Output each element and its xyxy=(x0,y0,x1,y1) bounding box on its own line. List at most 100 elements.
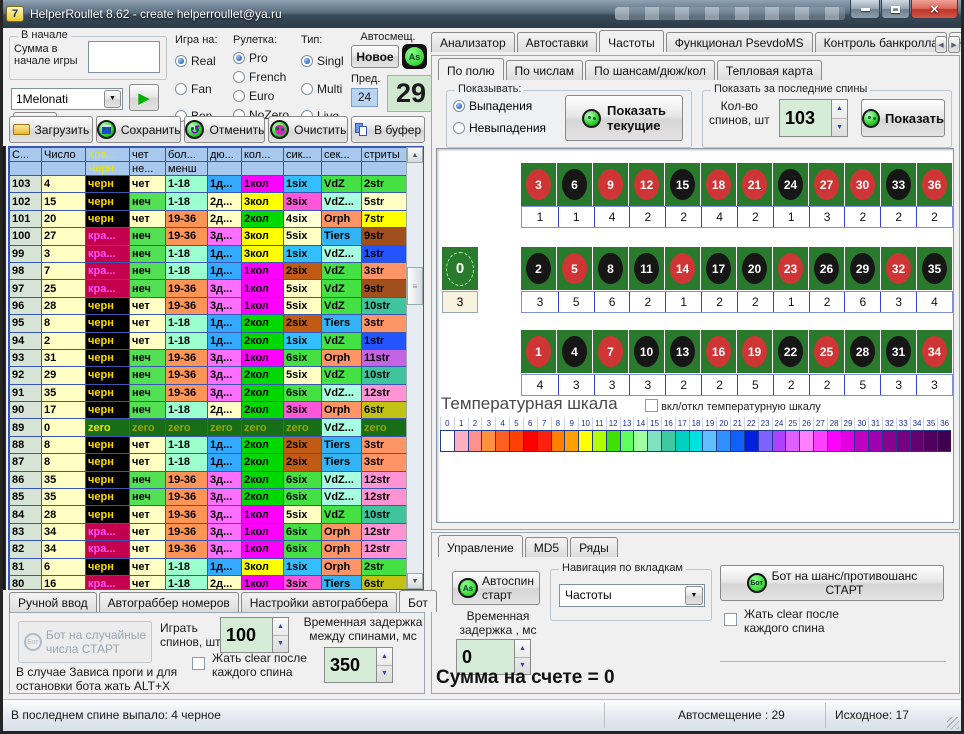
undo-button[interactable]: ↺ Отменить xyxy=(184,116,265,143)
bot-delay-arrows[interactable]: ▲▼ xyxy=(376,647,393,683)
bottab-2[interactable]: Настройки автограббера xyxy=(241,592,397,612)
table-scrollbar[interactable]: ▲ ≡ ▼ xyxy=(406,147,423,589)
subtab-3[interactable]: Тепловая карта xyxy=(717,60,822,80)
bottab-1[interactable]: Автограббер номеров xyxy=(99,592,239,612)
temp-scale-checkbox[interactable] xyxy=(645,399,658,412)
tab-2[interactable]: Частоты xyxy=(599,30,664,52)
cell-value: zero xyxy=(130,419,166,436)
maximize-button[interactable] xyxy=(881,0,910,19)
autoshift-new-button[interactable]: Новое xyxy=(351,45,399,68)
scroll-up-button[interactable]: ▲ xyxy=(407,147,423,163)
col-header[interactable]: не... xyxy=(130,162,166,176)
bot-delay-value[interactable]: 350 xyxy=(324,647,376,683)
col-header[interactable]: Число xyxy=(42,148,86,162)
tabs-scroll-left[interactable]: ◀ xyxy=(935,36,947,53)
count-spins-arrows[interactable]: ▲▼ xyxy=(831,99,848,137)
bot-clear-checkbox[interactable] xyxy=(192,655,205,673)
col-header[interactable]: чет xyxy=(130,148,166,162)
col-header[interactable] xyxy=(242,162,284,176)
preset-combo-arrow[interactable]: ▼ xyxy=(104,90,121,108)
preset-combo[interactable]: 1Melonati ▼ xyxy=(11,88,123,110)
col-header[interactable] xyxy=(322,162,362,176)
scroll-thumb[interactable]: ≡ xyxy=(407,267,423,305)
col-header[interactable]: сек... xyxy=(322,148,362,162)
cell-value: 2str xyxy=(362,558,408,575)
radio-fan[interactable]: Fan xyxy=(175,82,217,96)
count-spins-spinner[interactable]: 103 ▲▼ xyxy=(779,99,848,137)
spins-count-spinner[interactable]: 100 ▲▼ xyxy=(220,617,289,653)
tabs-scroll-right[interactable]: ▶ xyxy=(948,36,960,53)
cell-value: Tiers xyxy=(322,575,362,590)
nav-combo-arrow[interactable]: ▼ xyxy=(685,586,703,605)
buffer-button[interactable]: В буфер xyxy=(351,116,425,143)
col-header[interactable] xyxy=(284,162,322,176)
show-current-button[interactable]: Показатьтекущие xyxy=(565,95,683,141)
subtab-2[interactable]: По шансам/дюж/кол xyxy=(585,60,715,80)
col-header[interactable]: стриты xyxy=(362,148,408,162)
col-header[interactable]: сик... xyxy=(284,148,322,162)
show-button[interactable]: Показать xyxy=(861,99,945,137)
col-header[interactable] xyxy=(362,162,408,176)
random-bot-start-button[interactable]: Бот Бот на случайныечисла СТАРТ xyxy=(18,621,152,663)
tab-4[interactable]: Контроль банкролла xyxy=(815,32,947,52)
clear-button[interactable]: Очистить xyxy=(268,116,348,143)
spins-count-value[interactable]: 100 xyxy=(220,617,272,653)
roulette-kind-group: Рулетка: Pro French Euro NoZero xyxy=(233,34,289,122)
close-button[interactable]: × xyxy=(911,0,958,19)
bottab-3[interactable]: Бот xyxy=(399,590,437,612)
subtab-0[interactable]: По полю xyxy=(438,58,504,80)
col-header[interactable]: Кра... xyxy=(86,148,130,162)
spins-count-arrows[interactable]: ▲▼ xyxy=(272,617,289,653)
radio-multi[interactable]: Multi xyxy=(301,82,344,96)
bottab-0[interactable]: Ручной ввод xyxy=(9,592,97,612)
cell-value: кра... xyxy=(86,523,130,540)
tab-3[interactable]: Функционал PsevdoMS xyxy=(666,32,813,52)
field-number-36: 36 xyxy=(917,163,952,206)
save-button[interactable]: Сохранить xyxy=(96,116,182,143)
col-header[interactable] xyxy=(208,162,242,176)
tab-0[interactable]: Анализатор xyxy=(431,32,515,52)
radio-singl[interactable]: Singl xyxy=(301,54,344,68)
autoshift-as-button[interactable]: As xyxy=(402,44,427,69)
spin-history-table: С...ЧислоКра...четбол...дю...кол...сик..… xyxy=(9,147,408,590)
play-button[interactable]: ▶ xyxy=(129,84,159,111)
cell-value: 5six xyxy=(284,506,322,523)
temp-scale-toggle[interactable]: вкл/откл температурную шкалу xyxy=(645,399,821,413)
cell-value: 3six xyxy=(284,575,322,590)
col-header[interactable]: С... xyxy=(10,148,42,162)
col-header[interactable] xyxy=(42,162,86,176)
table-row: 8334кра...чет19-363д...1кол6sixOrph12str xyxy=(10,523,408,540)
radio-real[interactable]: Real xyxy=(175,54,217,68)
col-header[interactable]: бол... xyxy=(166,148,208,162)
col-header[interactable]: менш xyxy=(166,162,208,176)
radio-pro[interactable]: Pro xyxy=(233,51,289,65)
ctl-clear-checkbox[interactable] xyxy=(724,611,737,629)
resize-grip[interactable] xyxy=(947,717,959,729)
radio-fallen[interactable]: Выпадения xyxy=(453,99,532,113)
subtab-1[interactable]: По числам xyxy=(506,60,584,80)
ctltab-2[interactable]: Ряды xyxy=(570,537,618,557)
nav-combo[interactable]: Частоты ▼ xyxy=(559,584,705,607)
cell-value: кра... xyxy=(86,575,130,590)
load-button[interactable]: Загрузить xyxy=(9,116,93,143)
ctltab-1[interactable]: MD5 xyxy=(525,537,568,557)
tab-1[interactable]: Автоставки xyxy=(517,32,598,52)
bot-delay-spinner[interactable]: 350 ▲▼ xyxy=(324,647,393,683)
chance-bot-start-button[interactable]: Бот Бот на шанс/противошансСТАРТ xyxy=(720,565,944,601)
minimize-button[interactable] xyxy=(850,0,880,19)
autospin-start-button[interactable]: As Автоспинстарт xyxy=(452,571,540,605)
col-header[interactable] xyxy=(10,162,42,176)
scale-color xyxy=(910,430,924,452)
table-row: 816чернчет1-181д...3кол1sixOrph2str xyxy=(10,558,408,575)
radio-french[interactable]: French xyxy=(233,70,289,84)
count-spins-value[interactable]: 103 xyxy=(779,99,831,137)
radio-notfallen[interactable]: Невыпадения xyxy=(453,121,546,135)
col-header[interactable]: дю... xyxy=(208,148,242,162)
radio-euro[interactable]: Euro xyxy=(233,89,289,103)
col-header[interactable]: кол... xyxy=(242,148,284,162)
scroll-down-button[interactable]: ▼ xyxy=(407,573,423,589)
col-header[interactable]: Черн xyxy=(86,162,130,176)
ctltab-0[interactable]: Управление xyxy=(438,535,523,557)
scale-number: 17 xyxy=(675,417,689,430)
start-sum-input[interactable] xyxy=(88,41,160,73)
